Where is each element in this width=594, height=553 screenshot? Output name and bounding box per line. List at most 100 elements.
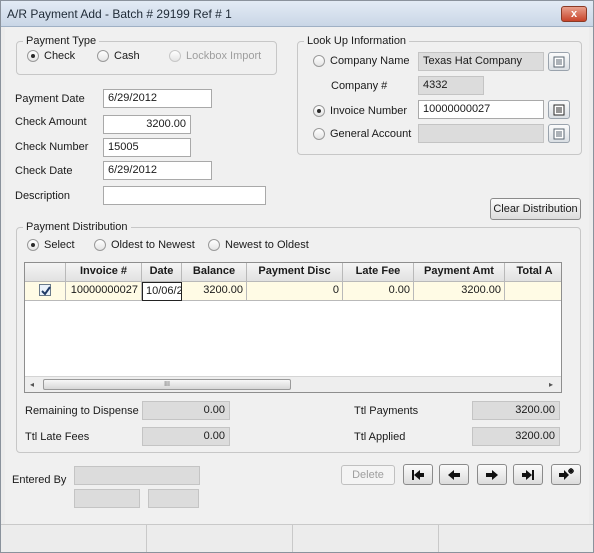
general-account-lookup-button[interactable] bbox=[548, 124, 570, 143]
radio-lockbox-import: Lockbox Import bbox=[169, 50, 261, 62]
radio-invoice-number-indicator bbox=[313, 105, 325, 117]
description-field[interactable] bbox=[103, 186, 266, 205]
radio-cash[interactable]: Cash bbox=[97, 50, 140, 62]
new-record-button[interactable] bbox=[551, 464, 581, 485]
next-record-button[interactable] bbox=[477, 464, 507, 485]
check-amount-field[interactable]: 3200.00 bbox=[103, 115, 191, 134]
delete-button[interactable]: Delete bbox=[341, 465, 395, 485]
radio-select[interactable]: Select bbox=[27, 239, 75, 251]
entered-time-field bbox=[148, 489, 199, 508]
distribution-legend: Payment Distribution bbox=[23, 221, 131, 233]
payment-type-legend: Payment Type bbox=[23, 35, 100, 47]
last-record-icon bbox=[522, 469, 534, 480]
lookup-list-icon bbox=[553, 56, 565, 67]
col-header-invoice[interactable]: Invoice # bbox=[66, 263, 142, 282]
general-account-field bbox=[418, 124, 544, 143]
payment-add-window: A/R Payment Add - Batch # 29199 Ref # 1 … bbox=[0, 0, 594, 553]
col-header-late-fee[interactable]: Late Fee bbox=[343, 263, 414, 282]
company-name-field: Texas Hat Company bbox=[418, 52, 544, 71]
radio-oldest-label: Oldest to Newest bbox=[111, 239, 195, 251]
row-select-checkbox[interactable] bbox=[39, 284, 51, 296]
radio-cash-label: Cash bbox=[114, 50, 140, 62]
lookup-list-icon bbox=[553, 128, 565, 139]
row-select-cell[interactable] bbox=[25, 282, 66, 301]
late-fees-label: Ttl Late Fees bbox=[25, 431, 90, 443]
next-arrow-icon bbox=[486, 469, 498, 480]
col-header-total[interactable]: Total A bbox=[505, 263, 561, 282]
new-record-icon bbox=[559, 468, 574, 480]
description-label: Description bbox=[15, 190, 71, 202]
status-pane-3 bbox=[293, 525, 439, 552]
radio-oldest-to-newest[interactable]: Oldest to Newest bbox=[94, 239, 195, 251]
radio-check-indicator bbox=[27, 50, 39, 62]
entered-by-field bbox=[74, 466, 200, 485]
radio-cash-indicator bbox=[97, 50, 109, 62]
invoice-lookup-button[interactable] bbox=[548, 100, 570, 119]
company-number-label: Company # bbox=[331, 80, 388, 92]
radio-check-label: Check bbox=[44, 50, 76, 62]
radio-newest-label: Newest to Oldest bbox=[225, 239, 309, 251]
cell-date[interactable]: 10/06/2 bbox=[142, 282, 182, 301]
scroll-right-arrow-icon[interactable]: ▸ bbox=[549, 380, 553, 389]
check-amount-label: Check Amount bbox=[15, 116, 87, 128]
cell-payment-disc[interactable]: 0 bbox=[247, 282, 343, 301]
table-row[interactable]: 10000000027 10/06/2 3200.00 0 0.00 3200.… bbox=[25, 282, 561, 301]
form-body: Payment Type Check Cash Lockbox Import P… bbox=[5, 27, 589, 524]
company-lookup-button[interactable] bbox=[548, 52, 570, 71]
radio-general-account[interactable]: General Account bbox=[313, 128, 411, 140]
previous-record-button[interactable] bbox=[439, 464, 469, 485]
check-date-label: Check Date bbox=[15, 165, 73, 177]
ttl-payments-field: 3200.00 bbox=[472, 401, 560, 420]
ttl-payments-label: Ttl Payments bbox=[354, 405, 419, 417]
cell-invoice[interactable]: 10000000027 bbox=[66, 282, 142, 301]
title-bar: A/R Payment Add - Batch # 29199 Ref # 1 … bbox=[1, 1, 593, 27]
radio-select-indicator bbox=[27, 239, 39, 251]
radio-invoice-number[interactable]: Invoice Number bbox=[313, 105, 407, 117]
radio-invoice-number-label: Invoice Number bbox=[330, 105, 408, 117]
clear-distribution-button[interactable]: Clear Distribution bbox=[490, 198, 581, 220]
col-header-payment-disc[interactable]: Payment Disc bbox=[247, 263, 343, 282]
radio-lockbox-label: Lockbox Import bbox=[186, 50, 262, 62]
close-button[interactable]: x bbox=[561, 6, 587, 22]
col-header-date[interactable]: Date bbox=[142, 263, 182, 282]
radio-oldest-indicator bbox=[94, 239, 106, 251]
col-header-payment-amt[interactable]: Payment Amt bbox=[414, 263, 505, 282]
late-fees-field: 0.00 bbox=[142, 427, 230, 446]
first-record-icon bbox=[412, 469, 424, 480]
status-pane-1 bbox=[1, 525, 147, 552]
entered-by-label: Entered By bbox=[12, 474, 67, 486]
radio-newest-indicator bbox=[208, 239, 220, 251]
cell-total[interactable] bbox=[505, 282, 561, 301]
scroll-left-arrow-icon[interactable]: ◂ bbox=[30, 380, 34, 389]
col-header-balance[interactable]: Balance bbox=[182, 263, 247, 282]
payment-date-field[interactable]: 6/29/2012 bbox=[103, 89, 212, 108]
radio-newest-to-oldest[interactable]: Newest to Oldest bbox=[208, 239, 309, 251]
cell-payment-amt[interactable]: 3200.00 bbox=[414, 282, 505, 301]
lookup-list-icon bbox=[553, 104, 565, 115]
last-record-button[interactable] bbox=[513, 464, 543, 485]
lookup-legend: Look Up Information bbox=[304, 35, 410, 47]
window-title: A/R Payment Add - Batch # 29199 Ref # 1 bbox=[7, 7, 232, 21]
check-date-field[interactable]: 6/29/2012 bbox=[103, 161, 212, 180]
status-pane-4 bbox=[439, 525, 591, 552]
grid-header-row: Invoice # Date Balance Payment Disc Late… bbox=[25, 263, 561, 282]
cell-late-fee[interactable]: 0.00 bbox=[343, 282, 414, 301]
remaining-field: 0.00 bbox=[142, 401, 230, 420]
radio-check[interactable]: Check bbox=[27, 50, 75, 62]
ttl-applied-field: 3200.00 bbox=[472, 427, 560, 446]
check-number-field[interactable]: 15005 bbox=[103, 138, 191, 157]
previous-arrow-icon bbox=[448, 469, 460, 480]
cell-balance[interactable]: 3200.00 bbox=[182, 282, 247, 301]
remaining-label: Remaining to Dispense bbox=[25, 405, 139, 417]
first-record-button[interactable] bbox=[403, 464, 433, 485]
grid-horizontal-scrollbar[interactable]: ◂ III ▸ bbox=[25, 376, 561, 392]
radio-company-name[interactable]: Company Name bbox=[313, 55, 409, 67]
checkmark-icon bbox=[41, 286, 51, 296]
scroll-thumb[interactable]: III bbox=[43, 379, 291, 390]
invoice-number-field[interactable]: 10000000027 bbox=[418, 100, 544, 119]
radio-general-account-label: General Account bbox=[330, 128, 412, 140]
radio-general-account-indicator bbox=[313, 128, 325, 140]
status-bar bbox=[1, 524, 593, 552]
entered-date-field bbox=[74, 489, 140, 508]
payment-type-group: Payment Type Check Cash Lockbox Import bbox=[16, 35, 277, 75]
